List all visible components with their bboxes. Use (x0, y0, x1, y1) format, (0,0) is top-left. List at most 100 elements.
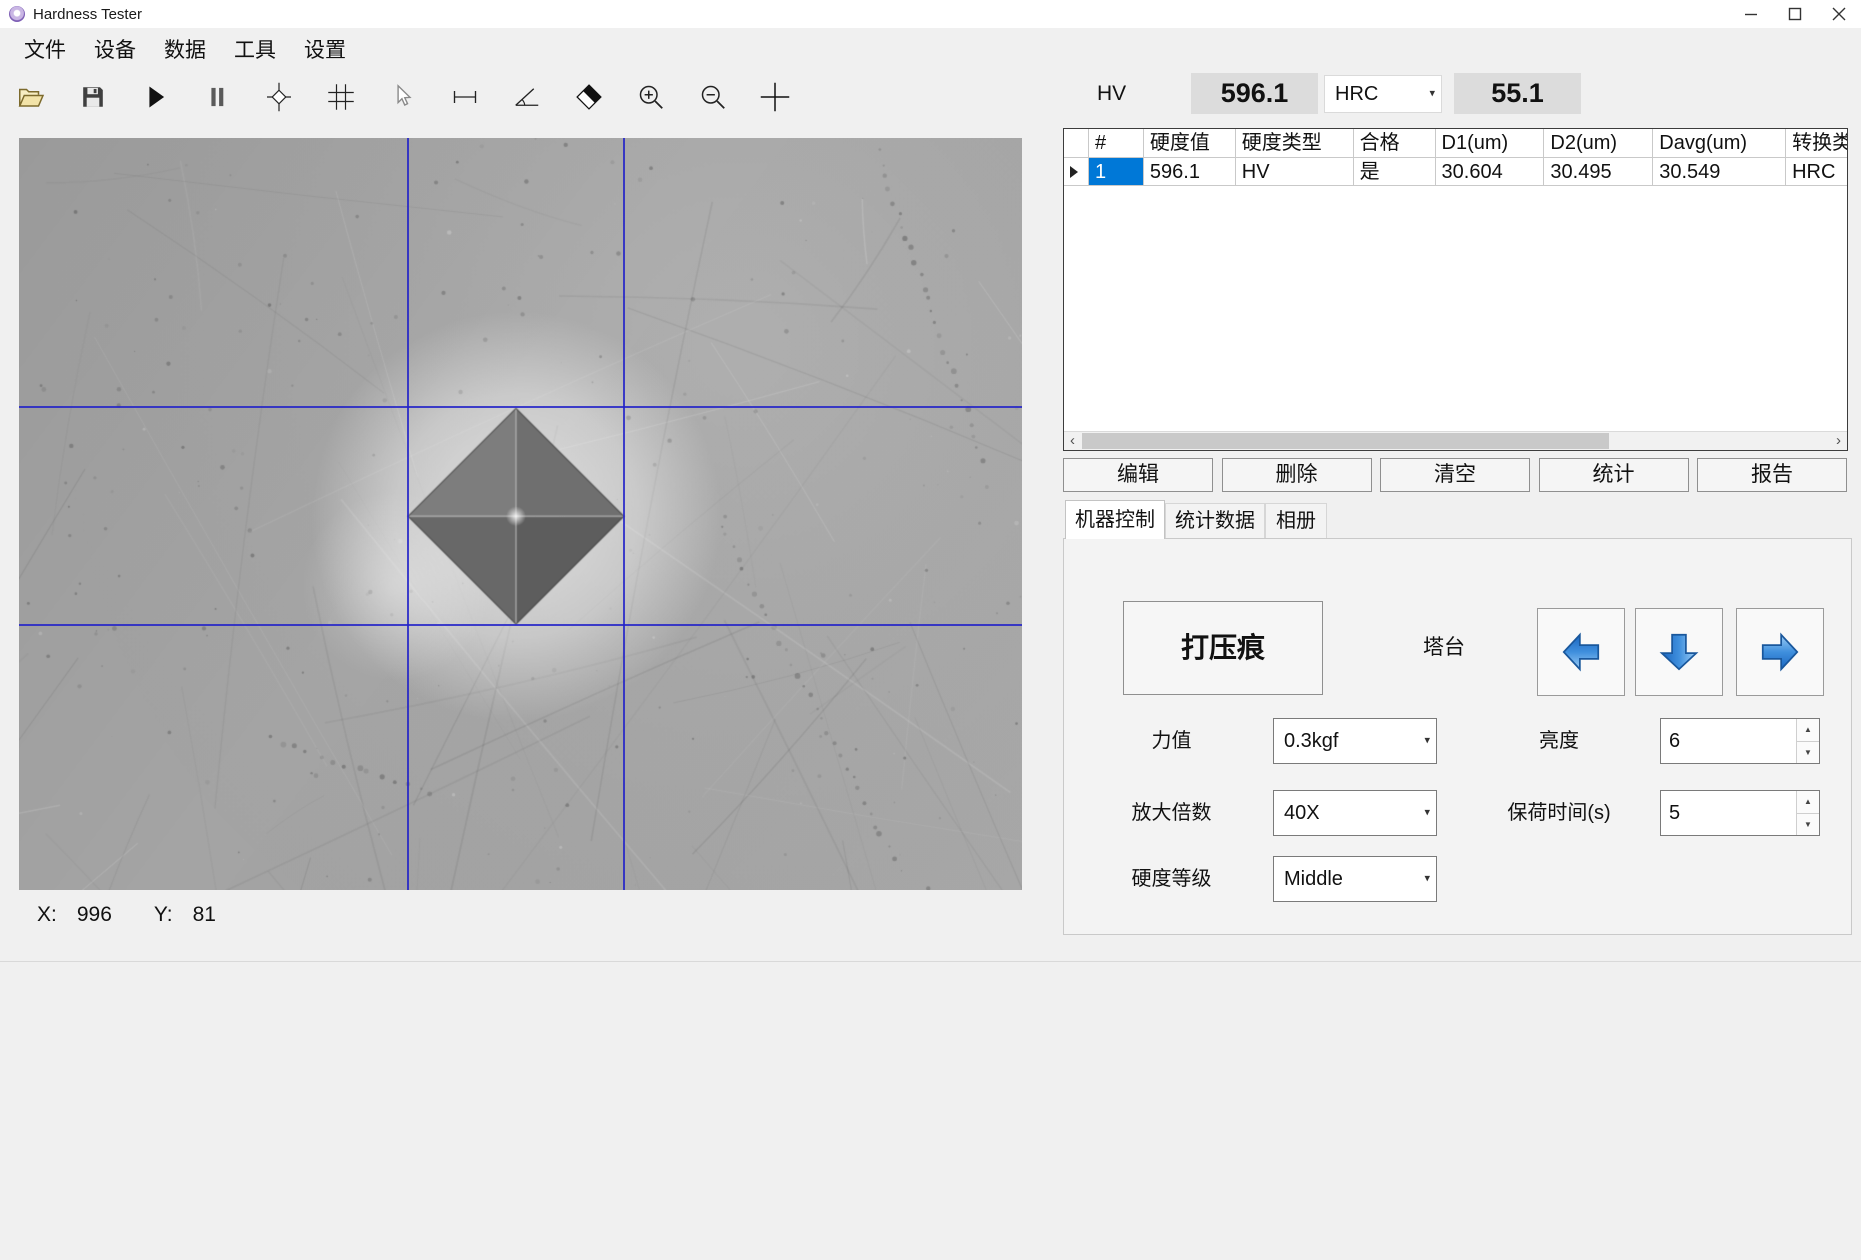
row-marker-icon (1070, 166, 1078, 178)
spin-down-icon[interactable]: ▼ (1797, 742, 1819, 764)
delete-button[interactable]: 删除 (1222, 458, 1372, 492)
force-value: 0.3kgf (1284, 719, 1338, 763)
spin-up-icon[interactable]: ▲ (1797, 719, 1819, 742)
primary-value-display: 596.1 (1191, 73, 1318, 114)
specimen-image[interactable] (19, 138, 1022, 890)
minimize-button[interactable] (1729, 0, 1773, 28)
header-index[interactable]: # (1089, 129, 1144, 158)
hardness-grade-select[interactable]: Middle ▾ (1273, 856, 1437, 902)
pointer-icon[interactable] (388, 82, 418, 112)
turret-right-button[interactable] (1736, 608, 1824, 696)
chevron-down-icon: ▾ (1424, 736, 1430, 747)
maximize-button[interactable] (1773, 0, 1817, 28)
y-value: 81 (193, 903, 216, 927)
measure-line-vertical-1[interactable] (407, 138, 409, 890)
arrow-down-icon (1656, 629, 1702, 675)
primary-unit-label: HV (1097, 82, 1126, 106)
spin-buttons: ▲ ▼ (1796, 719, 1819, 763)
make-indent-button[interactable]: 打压痕 (1123, 601, 1323, 695)
header-hardness-value[interactable]: 硬度值 (1144, 129, 1236, 158)
tab-album[interactable]: 相册 (1265, 503, 1327, 538)
cell-d1[interactable]: 30.604 (1436, 158, 1545, 186)
scrollbar-track[interactable] (1081, 432, 1830, 450)
header-davg[interactable]: Davg(um) (1653, 129, 1786, 158)
cell-d2[interactable]: 30.495 (1544, 158, 1653, 186)
cell-index[interactable]: 1 (1089, 158, 1144, 186)
maximize-icon (1788, 7, 1802, 21)
magnification-label: 放大倍数 (1104, 790, 1239, 836)
force-select[interactable]: 0.3kgf ▾ (1273, 718, 1437, 764)
row-marker-cell (1064, 158, 1089, 186)
header-hardness-type[interactable]: 硬度类型 (1236, 129, 1354, 158)
close-button[interactable] (1817, 0, 1861, 28)
table-horizontal-scrollbar: ‹ › (1064, 431, 1847, 450)
menu-device[interactable]: 设备 (80, 28, 150, 74)
brightness-stepper[interactable]: 6 ▲ ▼ (1660, 718, 1820, 764)
header-pass[interactable]: 合格 (1354, 129, 1436, 158)
convert-unit-value: HRC (1335, 76, 1378, 112)
open-icon[interactable] (16, 82, 46, 112)
indent-target-icon[interactable] (264, 82, 294, 112)
spin-buttons: ▲ ▼ (1796, 791, 1819, 835)
tab-statistics-data[interactable]: 统计数据 (1165, 503, 1265, 538)
minimize-icon (1744, 7, 1758, 21)
bottom-divider (0, 961, 1861, 962)
spin-down-icon[interactable]: ▼ (1797, 814, 1819, 836)
magnification-select[interactable]: 40X ▾ (1273, 790, 1437, 836)
dwell-time-label: 保荷时间(s) (1484, 790, 1634, 836)
measure-line-horizontal-1[interactable] (19, 406, 1022, 408)
hardness-grade-value: Middle (1284, 857, 1343, 901)
dwell-time-stepper[interactable]: 5 ▲ ▼ (1660, 790, 1820, 836)
results-table: # 硬度值 硬度类型 合格 D1(um) D2(um) Davg(um) 转换类… (1063, 128, 1848, 451)
cell-davg[interactable]: 30.549 (1653, 158, 1786, 186)
edit-button[interactable]: 编辑 (1063, 458, 1213, 492)
measure-line-horizontal-2[interactable] (19, 624, 1022, 626)
converted-value-display: 55.1 (1454, 73, 1581, 114)
statistics-button[interactable]: 统计 (1539, 458, 1689, 492)
header-d2[interactable]: D2(um) (1544, 129, 1653, 158)
brightness-value: 6 (1669, 719, 1680, 763)
cell-convert-type[interactable]: HRC (1786, 158, 1847, 186)
angle-measure-icon[interactable] (512, 82, 542, 112)
turret-down-button[interactable] (1635, 608, 1723, 696)
arrow-right-icon (1757, 629, 1803, 675)
toolbar (16, 74, 790, 120)
stage-coordinates: X: 996 Y: 81 (37, 903, 216, 927)
header-convert-type[interactable]: 转换类型 (1786, 129, 1847, 158)
spin-up-icon[interactable]: ▲ (1797, 791, 1819, 814)
scroll-left-icon[interactable]: ‹ (1064, 432, 1081, 450)
header-marker (1064, 129, 1089, 158)
chevron-down-icon: ▾ (1424, 874, 1430, 885)
menu-data[interactable]: 数据 (150, 28, 220, 74)
header-d1[interactable]: D1(um) (1436, 129, 1545, 158)
play-icon[interactable] (140, 82, 170, 112)
save-icon[interactable] (78, 82, 108, 112)
scroll-right-icon[interactable]: › (1830, 432, 1847, 450)
length-measure-icon[interactable] (450, 82, 480, 112)
menu-file[interactable]: 文件 (10, 28, 80, 74)
scrollbar-thumb[interactable] (1082, 433, 1609, 449)
zoom-in-icon[interactable] (636, 82, 666, 112)
x-label: X: (37, 903, 57, 927)
clear-button[interactable]: 清空 (1380, 458, 1530, 492)
tab-machine-control[interactable]: 机器控制 (1065, 500, 1165, 539)
menu-tools[interactable]: 工具 (220, 28, 290, 74)
table-row[interactable]: 1 596.1 HV 是 30.604 30.495 30.549 HRC (1064, 158, 1847, 186)
y-label: Y: (154, 903, 173, 927)
turret-left-button[interactable] (1537, 608, 1625, 696)
pause-icon[interactable] (202, 82, 232, 112)
report-button[interactable]: 报告 (1697, 458, 1847, 492)
zoom-out-icon[interactable] (698, 82, 728, 112)
measure-line-vertical-2[interactable] (623, 138, 625, 890)
convert-unit-select[interactable]: HRC ▾ (1324, 75, 1442, 113)
action-button-row: 编辑 删除 清空 统计 报告 (1063, 458, 1847, 492)
cell-hardness-value[interactable]: 596.1 (1144, 158, 1236, 186)
menu-settings[interactable]: 设置 (290, 28, 360, 74)
microscope-view[interactable] (19, 138, 1022, 890)
grid-icon[interactable] (326, 82, 356, 112)
force-label: 力值 (1104, 718, 1239, 764)
crosshair-icon[interactable] (760, 82, 790, 112)
cell-pass[interactable]: 是 (1354, 158, 1436, 186)
eraser-icon[interactable] (574, 82, 604, 112)
cell-hardness-type[interactable]: HV (1236, 158, 1354, 186)
